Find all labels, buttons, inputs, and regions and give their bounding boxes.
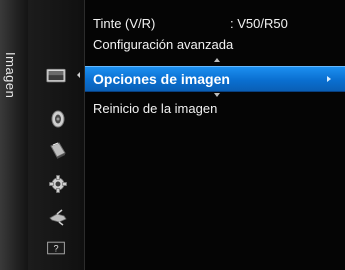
selection-marker — [77, 72, 80, 78]
input-icon[interactable] — [48, 207, 68, 227]
chevron-right-icon — [327, 76, 331, 82]
channel-icon[interactable] — [48, 140, 68, 160]
menu-icon-column: ? — [28, 0, 85, 270]
menu-title: Imagen — [3, 52, 18, 99]
scroll-down-indicator — [214, 93, 220, 97]
setup-icon[interactable] — [48, 174, 68, 194]
menu-item-tint[interactable]: Tinte (V/R) : V50/R50 — [93, 16, 337, 31]
osd-menu: Imagen ? Tinte (V/R): V50/R50 Configura… — [0, 0, 345, 270]
support-icon[interactable]: ? — [46, 238, 70, 258]
menu-title-strip: Imagen — [0, 0, 28, 270]
sound-icon[interactable] — [48, 109, 68, 129]
menu-item-picture-reset[interactable]: Reinicio de la imagen — [93, 101, 337, 116]
scroll-up-indicator — [214, 58, 220, 62]
picture-reset-label: Reinicio de la imagen — [93, 101, 218, 116]
picture-icon[interactable] — [46, 66, 70, 86]
menu-item-picture-options[interactable]: Opciones de imagen — [85, 66, 345, 92]
picture-options-label: Opciones de imagen — [93, 71, 230, 87]
menu-content: Tinte (V/R) : V50/R50 Configuración avan… — [85, 0, 345, 270]
support-glyph: ? — [53, 244, 58, 254]
tint-value: : V50/R50 — [230, 16, 288, 31]
advanced-settings-label: Configuración avanzada — [93, 37, 234, 52]
menu-item-advanced-settings[interactable]: Configuración avanzada — [93, 37, 337, 52]
tint-label: Tinte (V/R) — [93, 16, 156, 31]
